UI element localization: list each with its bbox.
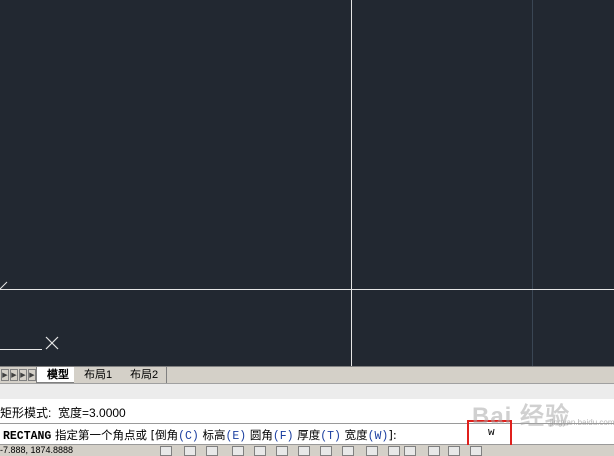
tab-model[interactable]: 模型 bbox=[36, 367, 78, 383]
drawing-canvas[interactable] bbox=[0, 0, 614, 366]
lineweight-toggle-icon[interactable] bbox=[342, 446, 354, 456]
model-space-icon[interactable] bbox=[404, 446, 416, 456]
sc-toggle-icon[interactable] bbox=[388, 446, 400, 456]
tab-nav-last-icon[interactable]: ▶ bbox=[28, 369, 36, 381]
crosshair-horizontal bbox=[0, 289, 614, 290]
command-name: RECTANG bbox=[3, 430, 52, 443]
layout-tab-bar: ▶ ▶ ▶ ▶ 模型 布局1 布局2 bbox=[0, 366, 614, 384]
osnap-toggle-icon[interactable] bbox=[254, 446, 266, 456]
prompt-end: ]: bbox=[388, 428, 397, 442]
tab-nav-first-icon[interactable]: ▶ bbox=[1, 369, 9, 381]
tab-bar-empty bbox=[168, 367, 614, 384]
coordinate-readout: -7.888, 1874.8888 bbox=[0, 445, 74, 455]
option-elevation[interactable]: 标高(E) bbox=[202, 428, 246, 443]
option-chamfer[interactable]: 倒角(C) bbox=[155, 428, 199, 443]
snap-toggle-icon[interactable] bbox=[160, 446, 172, 456]
qp-toggle-icon[interactable] bbox=[366, 446, 378, 456]
status-bar: -7.888, 1874.8888 bbox=[0, 445, 614, 456]
grid-line-vertical bbox=[532, 0, 533, 366]
command-line[interactable]: RECTANG 指定第一个角点或 [倒角(C) 标高(E) 圆角(F) 厚度(T… bbox=[0, 423, 614, 445]
crosshair-vertical bbox=[351, 0, 352, 366]
option-fillet[interactable]: 圆角(F) bbox=[250, 428, 294, 443]
ucs-axis-line bbox=[0, 349, 42, 350]
tab-nav-prev-icon[interactable]: ▶ bbox=[10, 369, 18, 381]
ortho-toggle-icon[interactable] bbox=[206, 446, 218, 456]
history-line: 矩形模式: 宽度=3.0000 bbox=[0, 406, 126, 420]
option-thickness[interactable]: 厚度(T) bbox=[297, 428, 341, 443]
ducs-toggle-icon[interactable] bbox=[298, 446, 310, 456]
input-highlight-box bbox=[467, 420, 512, 447]
option-width[interactable]: 宽度(W) bbox=[345, 428, 389, 443]
tab-nav-next-icon[interactable]: ▶ bbox=[19, 369, 27, 381]
quickview-layouts-icon[interactable] bbox=[428, 446, 440, 456]
command-window-splitter[interactable] bbox=[0, 383, 614, 400]
ucs-tick-icon bbox=[0, 281, 8, 290]
dyn-toggle-icon[interactable] bbox=[320, 446, 332, 456]
tab-layout1[interactable]: 布局1 bbox=[74, 367, 122, 383]
otrack-toggle-icon[interactable] bbox=[276, 446, 288, 456]
tab-layout2[interactable]: 布局2 bbox=[120, 367, 168, 383]
pan-icon[interactable] bbox=[470, 446, 482, 456]
grid-toggle-icon[interactable] bbox=[184, 446, 196, 456]
command-prompt: RECTANG 指定第一个角点或 [倒角(C) 标高(E) 圆角(F) 厚度(T… bbox=[3, 427, 397, 443]
ucs-x-marker-icon bbox=[45, 336, 59, 350]
quickview-drawings-icon[interactable] bbox=[448, 446, 460, 456]
command-history: 矩形模式: 宽度=3.0000 bbox=[0, 399, 614, 423]
prompt-text: 指定第一个角点或 [ bbox=[51, 428, 156, 442]
polar-toggle-icon[interactable] bbox=[232, 446, 244, 456]
